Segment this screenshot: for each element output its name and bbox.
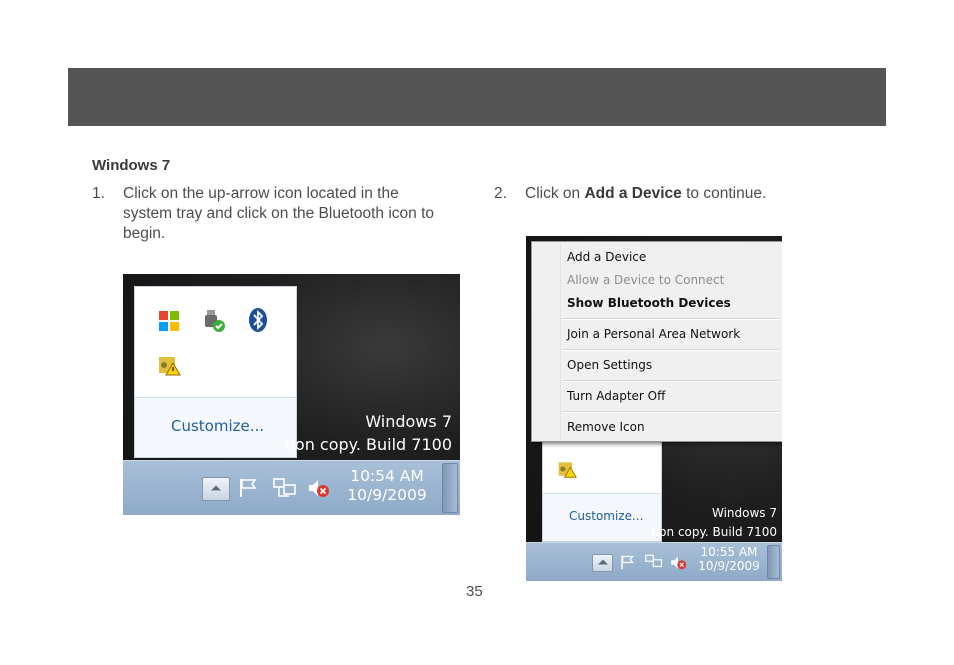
- network-icon[interactable]: [644, 553, 664, 571]
- customize-link[interactable]: Customize...: [171, 417, 264, 435]
- clock-date: 10/9/2009: [698, 559, 760, 574]
- up-arrow-icon[interactable]: [202, 477, 230, 501]
- menu-separator: [562, 318, 779, 320]
- menu-separator: [562, 380, 779, 382]
- step-text: Click on Add a Device to continue.: [525, 185, 767, 202]
- clock-time: 10:55 AM: [700, 545, 758, 559]
- notification-overflow-popup: Customize...: [134, 286, 297, 458]
- usb-device-icon[interactable]: [201, 308, 227, 334]
- action-center-flag-icon[interactable]: [619, 554, 637, 571]
- bluetooth-context-menu: Add a Device Allow a Device to Connect S…: [531, 241, 782, 442]
- menu-item-open-settings[interactable]: Open Settings: [567, 358, 652, 372]
- menu-separator: [562, 411, 779, 413]
- page-number: 35: [466, 583, 483, 600]
- add-a-device-emphasis: Add a Device: [584, 185, 682, 202]
- taskbar: 10:54 AM 10/9/2009: [123, 460, 460, 515]
- step-number: 2.: [494, 185, 507, 202]
- clock-date: 10/9/2009: [347, 485, 427, 504]
- header-bar: [68, 68, 886, 126]
- menu-item-turn-adapter-off[interactable]: Turn Adapter Off: [567, 389, 665, 403]
- tray-clock[interactable]: 10:54 AM 10/9/2009: [347, 467, 427, 504]
- volume-muted-icon[interactable]: [669, 554, 687, 571]
- customize-link[interactable]: Customize...: [569, 509, 643, 523]
- menu-item-add-a-device[interactable]: Add a Device: [567, 250, 646, 264]
- menu-separator: [562, 349, 779, 351]
- screenshot-bluetooth-menu: Customize... Windows 7 tion copy. Build …: [526, 236, 782, 581]
- action-center-flag-icon[interactable]: [237, 477, 261, 499]
- windows-flag-icon[interactable]: [157, 309, 181, 333]
- security-key-warning-icon[interactable]: [557, 459, 577, 479]
- show-desktop-button[interactable]: [767, 545, 780, 579]
- section-title: Windows 7: [92, 157, 171, 174]
- step-text: Click on the up-arrow icon located in th…: [123, 185, 435, 242]
- step-number: 1.: [92, 185, 105, 202]
- build-watermark: Windows 7 tion copy. Build 7100: [651, 506, 777, 539]
- volume-muted-icon[interactable]: [306, 477, 330, 499]
- network-icon[interactable]: [272, 476, 298, 500]
- security-key-warning-icon[interactable]: [157, 353, 181, 377]
- clock-time: 10:54 AM: [350, 467, 424, 485]
- bluetooth-icon[interactable]: [247, 307, 269, 333]
- tray-clock[interactable]: 10:55 AM 10/9/2009: [698, 545, 760, 574]
- show-desktop-button[interactable]: [442, 463, 458, 513]
- taskbar: 10:55 AM 10/9/2009: [526, 542, 782, 581]
- screenshot-system-tray: Customize... Windows 7 tion copy. Build …: [123, 274, 460, 515]
- build-watermark: Windows 7 tion copy. Build 7100: [284, 412, 452, 454]
- menu-item-show-bluetooth-devices[interactable]: Show Bluetooth Devices: [567, 296, 731, 310]
- menu-item-join-personal-area-network[interactable]: Join a Personal Area Network: [567, 327, 740, 341]
- notification-overflow-popup: Customize...: [542, 426, 662, 542]
- menu-item-allow-a-device-to-connect[interactable]: Allow a Device to Connect: [567, 273, 724, 287]
- up-arrow-icon[interactable]: [592, 554, 613, 572]
- menu-item-remove-icon[interactable]: Remove Icon: [567, 420, 645, 434]
